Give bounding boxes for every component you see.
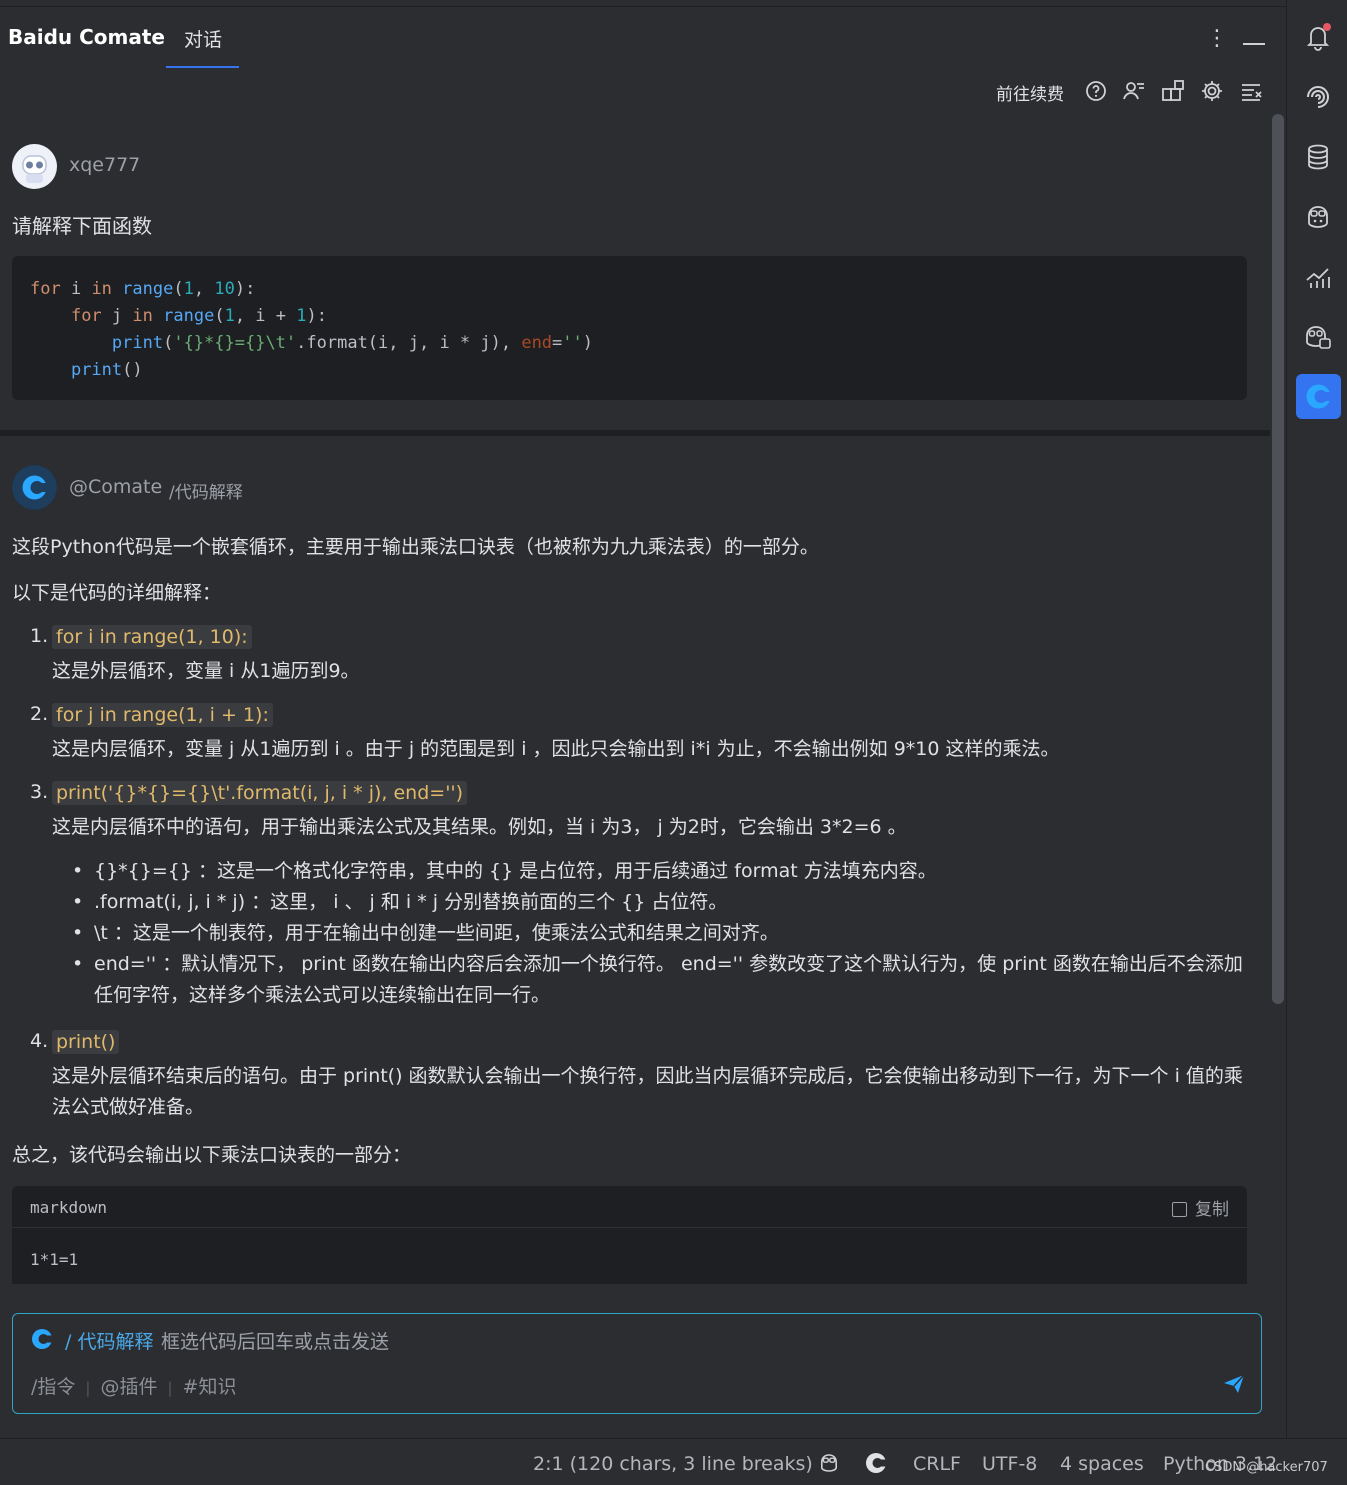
output-code-block: markdown 复制 1*1=1 [12, 1186, 1247, 1284]
bullet-text: .format(i, j, i * j) ：这里， i 、 j 和 i * j … [94, 891, 728, 913]
comate-tool-button[interactable] [1296, 374, 1341, 419]
minimize-icon[interactable] [1243, 43, 1265, 45]
hint-plugins[interactable]: @插件 [100, 1376, 157, 1398]
profiler-chart-icon[interactable] [1303, 262, 1333, 292]
list-item-code: for j in range(1, i + 1): [52, 703, 273, 727]
chat-input[interactable]: / 代码解释 框选代码后回车或点击发送 /指令 | @插件 | #知识 [12, 1313, 1262, 1414]
notifications-bell-icon[interactable] [1303, 22, 1333, 52]
list-item-desc: 这是内层循环，变量 j 从1遍历到 i 。由于 j 的范围是到 i ，因此只会输… [52, 738, 1060, 760]
scroll-thumb[interactable] [1272, 114, 1284, 1004]
ai-assistant-icon[interactable] [1303, 82, 1333, 112]
feedback-user-icon[interactable] [1121, 78, 1147, 104]
clear-history-icon[interactable] [1239, 78, 1265, 104]
copy-label: 复制 [1195, 1200, 1229, 1220]
copy-button[interactable]: 复制 [1172, 1195, 1229, 1220]
input-placeholder: 框选代码后回车或点击发送 [161, 1331, 390, 1353]
app-title: Baidu Comate [8, 25, 165, 49]
message-divider [0, 430, 1270, 436]
list-item-code: print() [52, 1030, 120, 1054]
hint-commands[interactable]: /指令 [31, 1376, 75, 1398]
bot-detail-heading: 以下是代码的详细解释： [12, 582, 222, 604]
username: xqe777 [69, 154, 141, 176]
renew-link[interactable]: 前往续费 [996, 80, 1064, 105]
code-line: 1*1=1 [30, 1250, 79, 1269]
bot-command: /代码解释 [169, 483, 243, 503]
code-language: markdown [30, 1198, 108, 1217]
user-code-block[interactable]: for i in range(1, 10): for j in range(1,… [12, 256, 1247, 400]
comate-panel: Baidu Comate 对话 ⋮ 前往续费 xqe777 请解释下面函数 fo… [0, 0, 1286, 1438]
line-ending[interactable]: CRLF [913, 1453, 961, 1475]
list-item-number: 4. [30, 1030, 49, 1052]
bullet-text: end='' ：默认情况下， print 函数在输出内容后会添加一个换行符。 e… [94, 953, 1243, 1006]
status-bar: 2:1 (120 chars, 3 line breaks) CRLF UTF-… [0, 1438, 1347, 1485]
chat-toolbar: 前往续费 [0, 68, 1286, 114]
list-item-number: 3. [30, 781, 49, 803]
list-item-desc: 这是内层循环中的语句，用于输出乘法公式及其结果。例如，当 i 为3， j 为2时… [52, 816, 907, 838]
list-item-desc: 这是外层循环，变量 i 从1遍历到9。 [52, 660, 360, 682]
settings-gear-icon[interactable] [1199, 78, 1225, 104]
chat-scrollbar[interactable] [1270, 114, 1286, 1284]
bot-intro: 这段Python代码是一个嵌套循环，主要用于输出乘法口诀表（也被称为九九乘法表）… [12, 536, 819, 558]
tab-chat[interactable]: 对话 [166, 7, 239, 69]
user-message-text: 请解释下面函数 [12, 214, 152, 238]
comate-icon [1306, 384, 1331, 409]
bullet-text: {}*{}={} ：这是一个格式化字符串，其中的 {} 是占位符，用于后续通过 … [94, 860, 937, 882]
list-item-desc: 这是外层循环结束后的语句。由于 print() 函数默认会输出一个换行符，因此当… [52, 1065, 1243, 1118]
indent-setting[interactable]: 4 spaces [1060, 1453, 1144, 1475]
more-options-icon[interactable]: ⋮ [1206, 25, 1228, 53]
list-item-number: 1. [30, 625, 49, 647]
hint-knowledge[interactable]: #知识 [183, 1376, 237, 1398]
copilot-chat-icon[interactable] [1303, 322, 1333, 352]
bot-name: @Comate [69, 476, 163, 498]
copilot-status-icon[interactable] [817, 1451, 841, 1480]
copilot-icon[interactable] [1303, 202, 1333, 232]
comate-status-icon[interactable] [864, 1451, 888, 1480]
help-icon[interactable] [1083, 78, 1109, 104]
list-item-number: 2. [30, 703, 49, 725]
copy-icon [1172, 1202, 1187, 1217]
panel-header: Baidu Comate 对话 ⋮ [0, 6, 1286, 69]
input-hints: /指令 | @插件 | #知识 [31, 1376, 237, 1398]
caret-position[interactable]: 2:1 (120 chars, 3 line breaks) [533, 1453, 813, 1475]
comate-logo-icon [32, 1329, 53, 1349]
user-avatar [12, 144, 57, 189]
bot-summary: 总之，该代码会输出以下乘法口诀表的一部分： [12, 1144, 412, 1166]
list-item-code: for i in range(1, 10): [52, 625, 252, 649]
send-icon[interactable] [1222, 1372, 1246, 1396]
list-item-code: print('{}*{}={}\t'.format(i, j, i * j), … [52, 781, 468, 805]
tab-chat-label: 对话 [184, 29, 223, 51]
bullet-text: \t ：这是一个制表符，用于在输出中创建一些间距，使乘法公式和结果之间对齐。 [94, 922, 779, 944]
plugins-icon[interactable] [1160, 78, 1186, 104]
right-tool-window-bar [1286, 0, 1347, 1438]
database-icon[interactable] [1303, 142, 1333, 172]
comate-avatar [12, 465, 57, 510]
file-encoding[interactable]: UTF-8 [982, 1453, 1037, 1475]
chat-history: xqe777 请解释下面函数 for i in range(1, 10): fo… [0, 114, 1270, 1284]
input-command-tag[interactable]: / 代码解释 [65, 1327, 153, 1354]
watermark: CSDN @hacker707 [1205, 1460, 1328, 1475]
code-block-header: markdown 复制 [12, 1186, 1247, 1228]
